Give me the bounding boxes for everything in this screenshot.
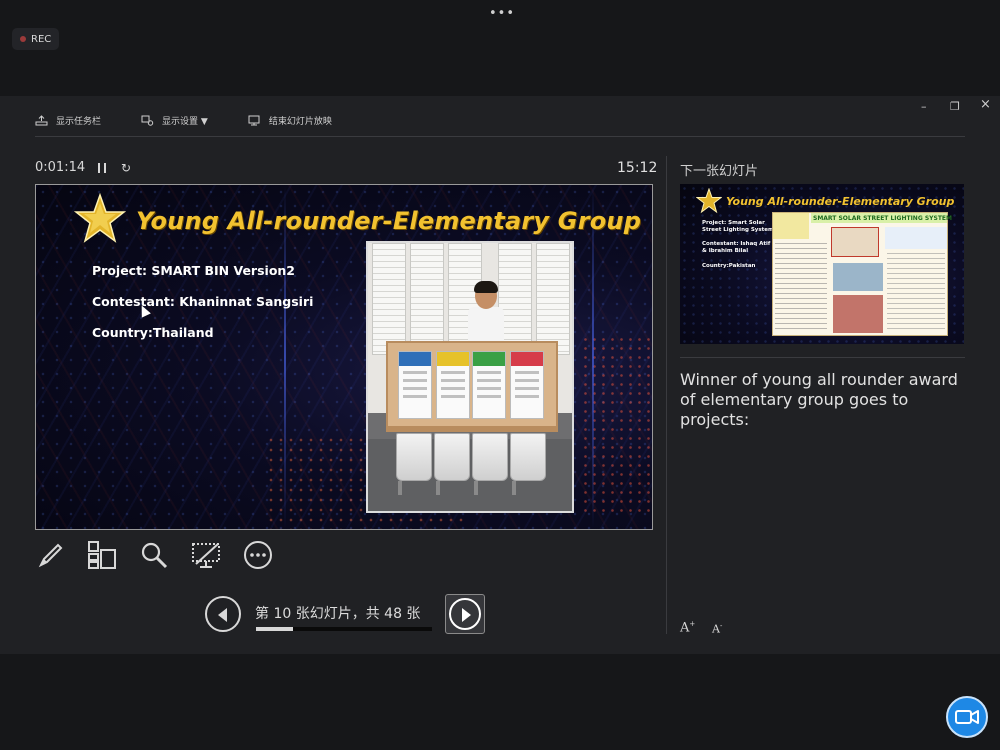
end-slideshow-button[interactable]: 结束幻灯片放映 bbox=[248, 114, 332, 127]
window-shutter bbox=[536, 243, 570, 355]
window-shutter bbox=[410, 243, 444, 355]
increase-font-button[interactable]: A+ bbox=[680, 620, 695, 635]
panel-divider bbox=[666, 156, 667, 634]
bin-leg bbox=[436, 481, 440, 495]
next-slide-project: Project: Smart Solar Street Lighting Sys… bbox=[702, 220, 774, 233]
slide-counter: 第 10 张幻灯片，共 48 张 bbox=[255, 606, 421, 622]
zoom-button[interactable] bbox=[139, 540, 169, 570]
display-settings-icon bbox=[141, 115, 154, 126]
speaker-notes: Winner of young all rounder award of ele… bbox=[680, 370, 958, 429]
end-show-label: 结束幻灯片放映 bbox=[268, 116, 332, 127]
slide-project: Project: SMART BIN Version2 bbox=[92, 263, 296, 278]
toolbar-divider bbox=[35, 136, 965, 137]
next-slide-poster: SMART SOLAR STREET LIGHTING SYSTEM bbox=[772, 212, 952, 336]
slide-title: Young All-rounder-Elementary Group bbox=[136, 207, 642, 235]
pen-tool-button[interactable] bbox=[35, 540, 65, 570]
rec-badge[interactable]: REC bbox=[12, 28, 60, 50]
previous-slide-button[interactable] bbox=[205, 596, 241, 632]
restore-button[interactable]: ❐ bbox=[950, 100, 960, 113]
top-area: ••• REC bbox=[0, 0, 1000, 96]
current-slide[interactable]: Young All-rounder-Elementary Group Proje… bbox=[35, 184, 653, 530]
slide-country: Country:Thailand bbox=[92, 325, 214, 340]
next-slide-contestant: Contestant: Ishaq Atif & Ibrahim Bilal bbox=[702, 241, 771, 254]
next-slide-title: Young All-rounder-Elementary Group bbox=[726, 195, 955, 208]
play-next-icon bbox=[449, 598, 481, 630]
star-icon bbox=[74, 193, 126, 243]
rec-label: REC bbox=[31, 33, 52, 45]
presenter-toolbar: 显示任务栏 显示设置 ▼ 结束幻灯片放映 bbox=[35, 110, 372, 130]
display-settings-button[interactable]: 显示设置 ▼ bbox=[141, 114, 208, 127]
black-screen-button[interactable] bbox=[191, 540, 221, 570]
rack-shelf bbox=[386, 426, 558, 432]
poster-diagram bbox=[885, 227, 947, 249]
camera-button[interactable] bbox=[946, 696, 988, 738]
boy-hair bbox=[474, 281, 498, 293]
slide-light-beam bbox=[284, 185, 286, 529]
reset-timer-icon[interactable]: ↻ bbox=[121, 161, 131, 175]
slides-grid-icon bbox=[88, 541, 116, 569]
contestant-photo bbox=[366, 241, 574, 513]
minimize-button[interactable]: – bbox=[921, 100, 927, 113]
poster-photo bbox=[831, 227, 879, 257]
slide-contestant: Contestant: Khaninnat Sangsiri bbox=[92, 294, 314, 309]
bin bbox=[472, 433, 508, 481]
bin-sign bbox=[472, 351, 506, 419]
notes-divider bbox=[680, 357, 965, 358]
decrease-font-button[interactable]: A- bbox=[712, 622, 722, 636]
taskbar-icon bbox=[35, 114, 48, 125]
increase-font-glyph: A bbox=[680, 620, 690, 636]
slide-light-beam bbox=[592, 185, 594, 529]
more-options-button[interactable] bbox=[243, 540, 273, 570]
poster-text-column bbox=[775, 243, 827, 333]
pause-icon[interactable] bbox=[98, 163, 106, 173]
poster-text-column bbox=[887, 253, 945, 333]
show-taskbar-button[interactable]: 显示任务栏 bbox=[35, 114, 101, 127]
next-slide-country: Country:Pakistan bbox=[702, 263, 756, 269]
poster-title: SMART SOLAR STREET LIGHTING SYSTEM bbox=[813, 215, 952, 222]
poster-block bbox=[773, 213, 809, 239]
next-slide-heading: 下一张幻灯片 bbox=[680, 164, 759, 179]
pen-icon bbox=[38, 543, 63, 568]
end-show-icon bbox=[248, 115, 260, 125]
bin-sign bbox=[398, 351, 432, 419]
next-slide-preview[interactable]: Young All-rounder-Elementary Group Proje… bbox=[680, 184, 964, 344]
slide-tools bbox=[35, 540, 273, 570]
video-camera-icon bbox=[955, 710, 979, 724]
show-taskbar-label: 显示任务栏 bbox=[56, 116, 102, 127]
ellipsis-circle-icon bbox=[244, 541, 272, 569]
bottom-area bbox=[0, 654, 1000, 750]
star-icon bbox=[696, 188, 722, 214]
decrease-font-glyph: A bbox=[712, 622, 720, 636]
bin-sign bbox=[436, 351, 470, 419]
display-settings-label: 显示设置 ▼ bbox=[162, 116, 208, 127]
bin-leg bbox=[512, 481, 516, 495]
next-slide-button[interactable] bbox=[445, 594, 485, 634]
poster-photo bbox=[833, 295, 883, 333]
current-time: 15:12 bbox=[617, 160, 658, 176]
see-all-slides-button[interactable] bbox=[87, 540, 117, 570]
bin bbox=[510, 433, 546, 481]
bin-leg bbox=[398, 481, 402, 495]
record-dot-icon bbox=[20, 36, 26, 42]
screen-slash-icon bbox=[192, 543, 220, 568]
magnifier-icon bbox=[141, 542, 168, 569]
elapsed-timer: 0:01:14 bbox=[35, 160, 86, 175]
poster-photo bbox=[833, 263, 883, 291]
bin bbox=[396, 433, 432, 481]
close-button[interactable]: × bbox=[980, 97, 991, 112]
bin-sign bbox=[510, 351, 544, 419]
bin bbox=[434, 433, 470, 481]
slide-progress-bar[interactable] bbox=[256, 627, 432, 631]
window-shutter bbox=[372, 243, 406, 355]
slide-progress-fill bbox=[256, 627, 293, 631]
bin-leg bbox=[474, 481, 478, 495]
more-options-icon[interactable]: ••• bbox=[489, 6, 515, 21]
